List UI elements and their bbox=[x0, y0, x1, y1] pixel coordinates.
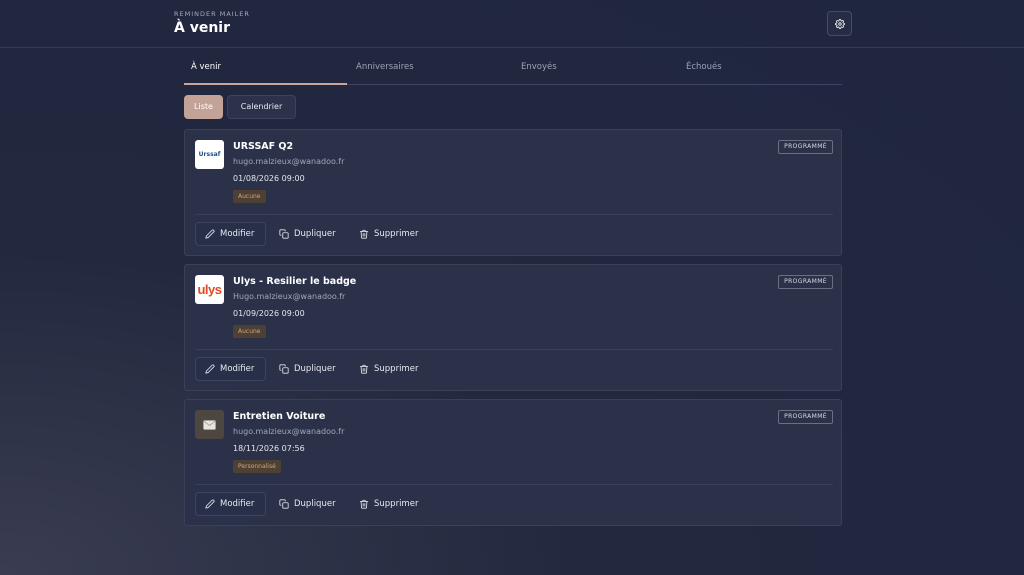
modify-label: Modifier bbox=[220, 364, 255, 374]
delete-button[interactable]: Supprimer bbox=[359, 357, 418, 381]
delete-button[interactable]: Supprimer bbox=[359, 492, 418, 516]
card-divider bbox=[195, 349, 833, 350]
trash-icon bbox=[359, 364, 369, 374]
delete-label: Supprimer bbox=[374, 364, 419, 374]
copy-icon bbox=[279, 364, 289, 374]
recurrence-tag: Aucune bbox=[233, 190, 266, 203]
reminder-title: Entretien Voiture bbox=[233, 411, 326, 422]
status-badge: PROGRAMMÉ bbox=[778, 140, 833, 154]
reminder-title: URSSAF Q2 bbox=[233, 141, 294, 152]
reminder-datetime: 18/11/2026 07:56 bbox=[233, 444, 305, 453]
logo-text: ulys bbox=[197, 282, 222, 297]
pencil-icon bbox=[205, 229, 215, 239]
duplicate-button[interactable]: Dupliquer bbox=[279, 222, 336, 246]
copy-icon bbox=[279, 499, 289, 509]
envelope-icon bbox=[195, 410, 224, 439]
duplicate-button[interactable]: Dupliquer bbox=[279, 492, 336, 516]
gear-icon bbox=[834, 18, 845, 29]
logo-text: Urssaf bbox=[198, 151, 221, 158]
list-view-button[interactable]: Liste bbox=[184, 95, 223, 119]
reminder-datetime: 01/09/2026 09:00 bbox=[233, 309, 305, 318]
modify-button[interactable]: Modifier bbox=[195, 492, 266, 516]
tab-upcoming[interactable]: À venir bbox=[191, 56, 221, 85]
delete-label: Supprimer bbox=[374, 499, 419, 509]
delete-label: Supprimer bbox=[374, 229, 419, 239]
reminder-card: Urssaf URSSAF Q2 hugo.malzieux@wanadoo.f… bbox=[184, 129, 842, 256]
duplicate-label: Dupliquer bbox=[294, 364, 336, 374]
calendar-view-button[interactable]: Calendrier bbox=[227, 95, 296, 119]
active-tab-indicator bbox=[184, 83, 347, 85]
duplicate-button[interactable]: Dupliquer bbox=[279, 357, 336, 381]
duplicate-label: Dupliquer bbox=[294, 229, 336, 239]
status-badge: PROGRAMMÉ bbox=[778, 275, 833, 289]
pencil-icon bbox=[205, 364, 215, 374]
reminder-card: ulys Ulys - Resilier le badge Hugo.malzi… bbox=[184, 264, 842, 391]
tab-bar: À venir Anniversaires Envoyés Échoués bbox=[184, 56, 842, 85]
pencil-icon bbox=[205, 499, 215, 509]
card-divider bbox=[195, 484, 833, 485]
reminder-email: hugo.malzieux@wanadoo.fr bbox=[233, 157, 345, 166]
trash-icon bbox=[359, 229, 369, 239]
envelope-glyph bbox=[203, 419, 216, 430]
app-header: REMINDER MAILER À venir bbox=[0, 0, 1024, 48]
tab-birthdays[interactable]: Anniversaires bbox=[356, 56, 414, 85]
modify-label: Modifier bbox=[220, 499, 255, 509]
recurrence-tag: Personnalisé bbox=[233, 460, 281, 473]
settings-button[interactable] bbox=[827, 11, 852, 36]
reminder-email: hugo.malzieux@wanadoo.fr bbox=[233, 427, 345, 436]
urssaf-logo: Urssaf bbox=[195, 140, 224, 169]
copy-icon bbox=[279, 229, 289, 239]
modify-button[interactable]: Modifier bbox=[195, 357, 266, 381]
duplicate-label: Dupliquer bbox=[294, 499, 336, 509]
trash-icon bbox=[359, 499, 369, 509]
reminder-title: Ulys - Resilier le badge bbox=[233, 276, 357, 287]
status-badge: PROGRAMMÉ bbox=[778, 410, 833, 424]
tab-failed[interactable]: Échoués bbox=[686, 56, 722, 85]
modify-label: Modifier bbox=[220, 229, 255, 239]
reminder-datetime: 01/08/2026 09:00 bbox=[233, 174, 305, 183]
delete-button[interactable]: Supprimer bbox=[359, 222, 418, 246]
recurrence-tag: Aucune bbox=[233, 325, 266, 338]
tab-sent[interactable]: Envoyés bbox=[521, 56, 557, 85]
page-title: À venir bbox=[174, 20, 230, 36]
reminder-card: Entretien Voiture hugo.malzieux@wanadoo.… bbox=[184, 399, 842, 526]
card-divider bbox=[195, 214, 833, 215]
app-name: REMINDER MAILER bbox=[174, 10, 250, 18]
modify-button[interactable]: Modifier bbox=[195, 222, 266, 246]
ulys-logo: ulys bbox=[195, 275, 224, 304]
reminder-email: Hugo.malzieux@wanadoo.fr bbox=[233, 292, 346, 301]
